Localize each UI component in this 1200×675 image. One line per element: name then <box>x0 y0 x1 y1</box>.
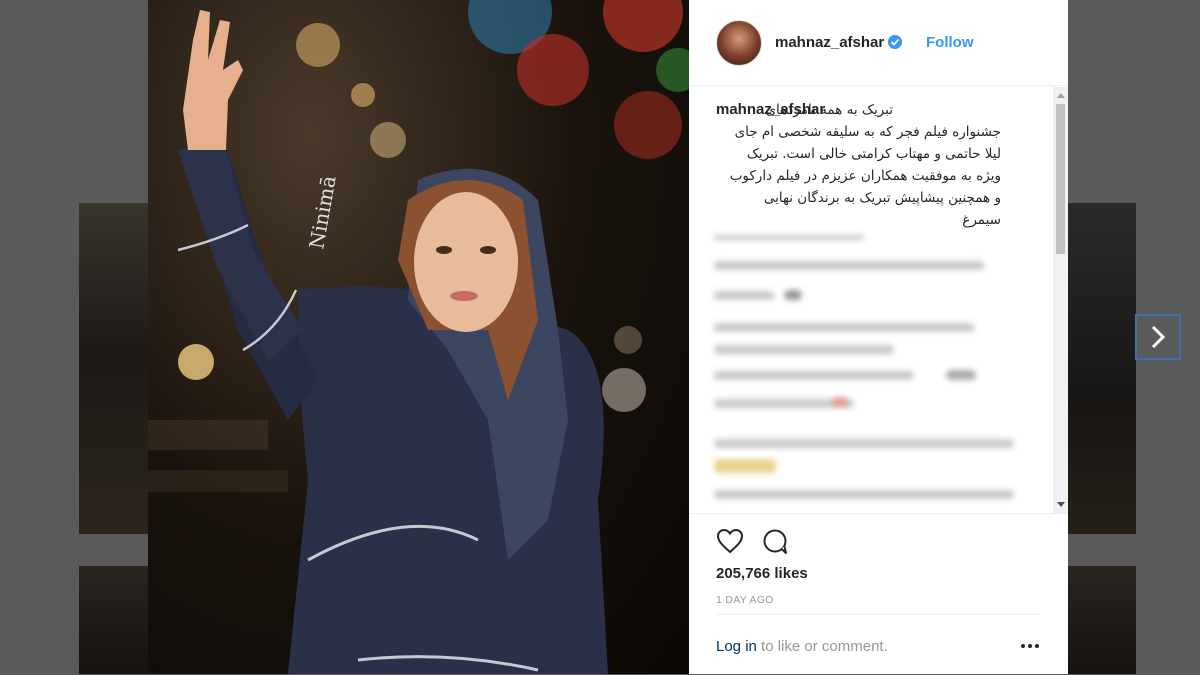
follow-button[interactable]: Follow <box>926 34 974 51</box>
caption-line: ویژه به موفقیت همکاران عزیزم در فیلم دار… <box>729 168 1001 184</box>
post-modal: Ninimā mahnaz_afshar Follow mahnaz_afsha… <box>148 0 1068 674</box>
username[interactable]: mahnaz_afshar <box>775 34 884 51</box>
background-thumbnail <box>79 566 149 674</box>
heart-icon[interactable] <box>716 528 744 554</box>
next-post-button[interactable] <box>1135 314 1181 360</box>
chevron-right-icon <box>1151 325 1166 349</box>
verified-badge-icon <box>888 35 902 49</box>
post-photo: Ninimā <box>148 0 689 674</box>
likes-count[interactable]: 205,766 likes <box>716 565 808 582</box>
login-prompt: Log in to like or comment. <box>716 638 888 655</box>
comments-area[interactable]: mahnaz_afshar تبریک به همه نامزدهای جشنو… <box>689 87 1053 513</box>
caption-line: جشنواره فیلم فجر که به سلیقه شخصی ام جای <box>734 124 1001 140</box>
post-side-panel: mahnaz_afshar Follow mahnaz_afshar تبریک… <box>689 0 1068 674</box>
comment-icon[interactable] <box>762 528 789 555</box>
caption-line: و همچنین پیشاپیش تبریک به برندگان نهایی <box>763 190 1001 206</box>
more-options-icon[interactable] <box>1021 644 1039 648</box>
scroll-down-arrow-icon[interactable] <box>1057 502 1065 507</box>
post-actions: 205,766 likes 1 DAY AGO Log in to like o… <box>689 513 1068 675</box>
svg-text:Ninimā: Ninimā <box>304 174 341 251</box>
comments-scrollbar[interactable] <box>1053 87 1068 513</box>
caption-line: سیمرغ <box>962 212 1001 228</box>
blurred-comments <box>714 235 1024 513</box>
post-header: mahnaz_afshar Follow <box>689 0 1068 86</box>
background-thumbnail <box>1068 203 1136 534</box>
background-thumbnail <box>1068 566 1136 674</box>
scroll-up-arrow-icon[interactable] <box>1057 93 1065 98</box>
login-prompt-text: to like or comment. <box>756 638 888 655</box>
caption-line: لیلا حاتمی و مهتاب کرامتی خالی است. تبری… <box>746 146 1001 162</box>
caption-text: تبریک به همه نامزدهای جشنواره فیلم فجر ک… <box>716 99 1001 231</box>
caption-line: تبریک به همه نامزدهای <box>765 102 893 118</box>
post-timestamp: 1 DAY AGO <box>716 594 774 606</box>
scrollbar-thumb[interactable] <box>1056 104 1065 254</box>
avatar[interactable] <box>716 20 762 66</box>
login-link[interactable]: Log in <box>716 638 757 655</box>
divider <box>716 614 1040 615</box>
background-thumbnail <box>79 203 149 534</box>
